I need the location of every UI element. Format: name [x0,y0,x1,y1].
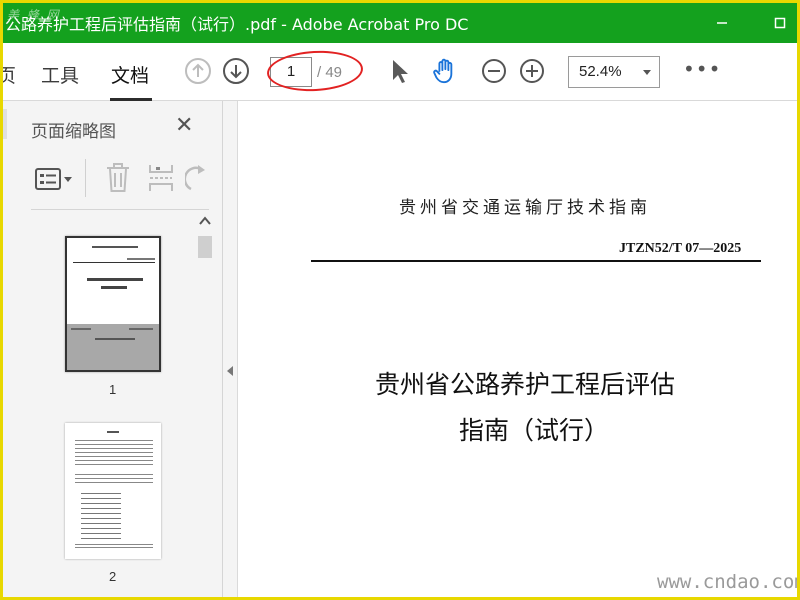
minimize-button[interactable] [707,3,737,43]
delete-page-button[interactable] [105,163,131,193]
tab-home-partial[interactable]: 页 [3,61,16,88]
zoom-in-icon [520,59,544,83]
next-page-button[interactable] [222,57,250,85]
thumb-text-line [127,258,155,260]
document-page: 贵州省交通运输厅技术指南 JTZN52/T 07—2025 贵州省公路养护工程后… [239,101,797,597]
document-title-line1: 贵州省公路养护工程后评估 [375,370,676,399]
maximize-icon [774,17,786,29]
hand-icon [433,58,453,84]
insert-page-icon [149,165,173,191]
thumb-paragraph [75,473,153,485]
thumb-list [81,491,121,541]
window-title: 公路养护工程后评估指南（试行）.pdf - Adobe Acrobat Pro … [5,15,469,34]
previous-page-button[interactable] [184,57,212,85]
zoom-out-icon [482,59,506,83]
header-rule [311,260,761,262]
thumbnail-options-button[interactable] [35,167,75,191]
thumbnail-toolbar [31,159,211,201]
rotate-icon [185,165,205,191]
page-thumbnail-1[interactable] [65,236,161,372]
panel-splitter[interactable] [223,101,238,597]
page-thumbnails-panel: 页面缩略图 ✕ 1 2 [3,101,223,597]
thumb-rule [73,262,155,263]
thumb-footer-text [71,328,91,330]
thumb-gray-footer [67,324,159,370]
insert-page-button[interactable] [147,163,175,193]
arrow-down-circle-icon [223,58,249,84]
chevron-down-icon [643,70,651,75]
close-panel-button[interactable]: ✕ [175,113,193,138]
thumbnail-label-2: 2 [109,569,117,584]
scroll-up-arrow-icon[interactable] [199,216,211,226]
thumb-paragraph [75,439,153,467]
panel-edge-marker [3,109,7,139]
zoom-level-select[interactable]: 52.4% [568,56,660,88]
more-options-button[interactable]: ••• [683,57,721,81]
thumbnail-scrollbar[interactable] [196,216,214,597]
thumb-footer-text [95,338,135,340]
red-annotation-circle [266,48,364,94]
zoom-level-value: 52.4% [579,63,622,80]
document-header: 贵州省交通运输厅技术指南 [399,198,651,218]
select-tool-button[interactable] [385,57,413,85]
thumb-title-line [87,278,143,281]
thumb-heading [107,431,119,433]
thumb-title-line [101,286,127,289]
thumbnail-label-1: 1 [109,382,117,397]
zoom-out-button[interactable] [480,57,508,85]
hand-tool-button[interactable] [431,57,459,85]
thumbnail-options-icon [35,168,72,190]
scroll-thumb[interactable] [198,236,212,258]
trash-icon [107,163,129,192]
thumb-text-line [92,246,138,248]
panel-title: 页面缩略图 [31,122,116,142]
main-toolbar: 页 工具 文档 1 / 49 [3,43,797,101]
toolbar-divider [85,159,86,197]
arrow-up-circle-icon [185,58,211,84]
zoom-in-button[interactable] [518,57,546,85]
collapse-arrow-icon[interactable] [227,366,233,376]
thumb-paragraph [75,543,153,549]
title-bar: 公路养护工程后评估指南（试行）.pdf - Adobe Acrobat Pro … [3,3,797,43]
tab-document[interactable]: 文档 [111,61,149,88]
pointer-icon [393,60,408,83]
panel-divider [31,209,209,210]
tab-tools[interactable]: 工具 [41,61,79,88]
page-thumbnail-2[interactable] [65,423,161,559]
maximize-button[interactable] [765,3,795,43]
document-code: JTZN52/T 07—2025 [619,241,742,256]
rotate-page-button[interactable] [185,165,209,193]
thumb-footer-text [129,328,153,330]
watermark-logo: 美 蜂 网 [7,8,61,22]
document-title-line2: 指南（试行） [459,416,610,445]
site-watermark: www.cndao.com [657,571,800,593]
minimize-icon [717,22,727,24]
app-window: 公路养护工程后评估指南（试行）.pdf - Adobe Acrobat Pro … [0,0,800,600]
